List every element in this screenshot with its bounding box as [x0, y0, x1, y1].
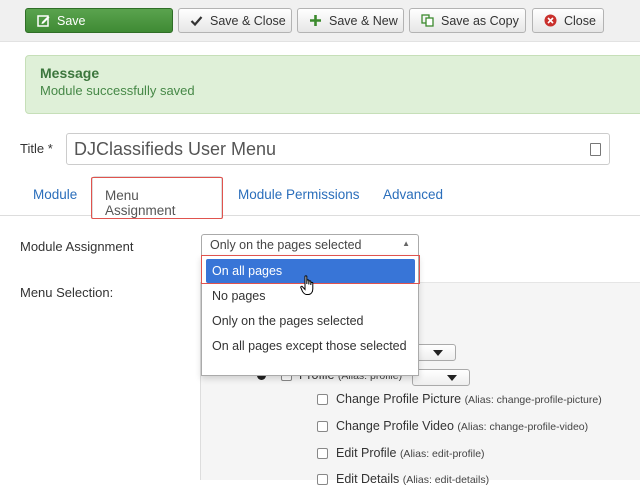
module-assignment-label: Module Assignment — [20, 239, 134, 254]
save-copy-button[interactable]: Save as Copy — [409, 8, 526, 33]
tree-item-change-profile-picture: Change Profile Picture (Alias: change-pr… — [336, 392, 602, 406]
caret-down-icon — [433, 350, 443, 356]
save-new-button[interactable]: Save & New — [297, 8, 404, 33]
edit-icon — [36, 14, 50, 28]
contact-card-icon — [590, 143, 601, 156]
success-message: Message Module successfully saved — [25, 55, 640, 114]
title-value: DJClassifieds User Menu — [74, 139, 277, 159]
tree-item-edit-details: Edit Details (Alias: edit-details) — [336, 472, 490, 486]
save-button[interactable]: Save — [25, 8, 173, 33]
module-assignment-dropdown: On all pages No pages Only on the pages … — [201, 255, 419, 376]
menu-selection-label: Menu Selection: — [20, 285, 114, 300]
profile-submenu-select[interactable] — [412, 369, 470, 386]
check-icon — [189, 14, 203, 28]
change-profile-picture-checkbox[interactable] — [317, 394, 328, 405]
tree-item-change-profile-video: Change Profile Video (Alias: change-prof… — [336, 419, 589, 433]
message-heading: Message — [40, 65, 100, 81]
edit-profile-checkbox[interactable] — [317, 448, 328, 459]
tab-bar: Module Menu Assignment Module Permission… — [0, 176, 640, 219]
change-profile-video-checkbox[interactable] — [317, 421, 328, 432]
caret-up-icon: ▲ — [402, 239, 410, 248]
copy-icon — [420, 14, 434, 28]
caret-down-icon — [447, 375, 457, 381]
save-new-label: Save & New — [329, 13, 398, 28]
option-only-selected[interactable]: Only on the pages selected — [206, 311, 415, 332]
tab-module[interactable]: Module — [33, 187, 77, 202]
close-label: Close — [564, 13, 596, 28]
tab-module-permissions[interactable]: Module Permissions — [238, 187, 360, 202]
option-all-except-selected[interactable]: On all pages except those selected — [206, 336, 415, 357]
message-body: Module successfully saved — [40, 83, 195, 98]
title-input[interactable]: DJClassifieds User Menu — [66, 133, 610, 165]
tab-advanced[interactable]: Advanced — [383, 187, 443, 202]
save-close-button[interactable]: Save & Close — [178, 8, 292, 33]
toolbar: Save Save & Close Save & New Save as Cop… — [0, 0, 640, 42]
save-label: Save — [57, 13, 86, 28]
close-icon — [543, 14, 557, 28]
module-assignment-value: Only on the pages selected — [210, 238, 362, 252]
save-copy-label: Save as Copy — [441, 13, 519, 28]
save-close-label: Save & Close — [210, 13, 286, 28]
close-button[interactable]: Close — [532, 8, 604, 33]
plus-icon — [308, 14, 322, 28]
title-label: Title * — [20, 141, 53, 156]
tab-menu-assignment[interactable]: Menu Assignment — [92, 176, 222, 219]
hand-cursor-icon — [300, 275, 316, 300]
module-assignment-select[interactable]: Only on the pages selected ▲ — [201, 234, 419, 256]
tree-item-edit-profile: Edit Profile (Alias: edit-profile) — [336, 446, 485, 460]
